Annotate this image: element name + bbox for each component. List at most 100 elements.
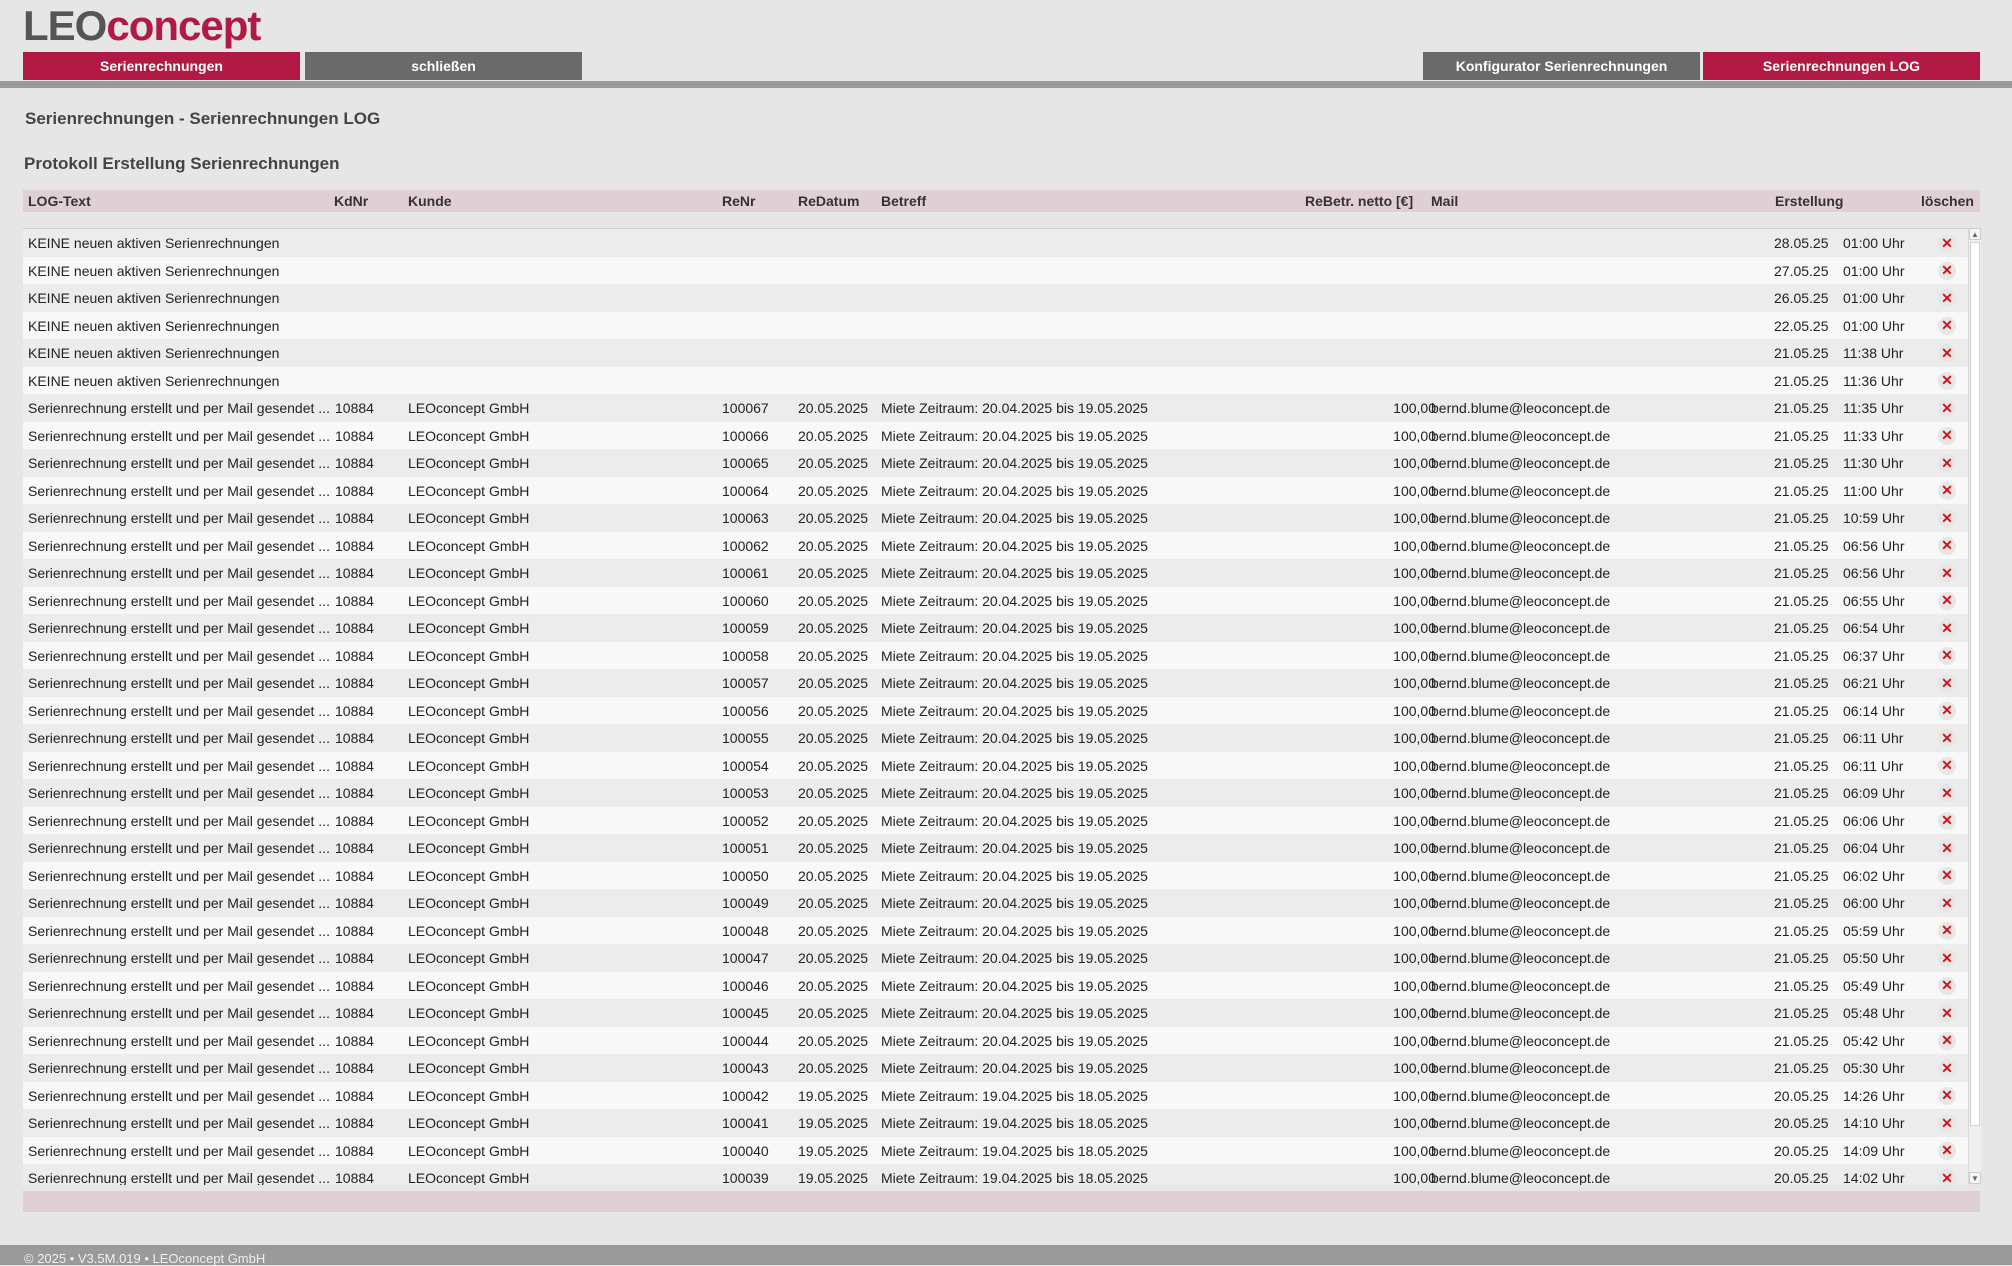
table-row[interactable]: Serienrechnung erstellt und per Mail ges… xyxy=(23,1109,1968,1137)
delete-icon[interactable]: ✕ xyxy=(1938,619,1956,637)
table-row[interactable]: Serienrechnung erstellt und per Mail ges… xyxy=(23,751,1968,779)
table-row[interactable]: Serienrechnung erstellt und per Mail ges… xyxy=(23,531,1968,559)
mail-cell: bernd.blume@leoconcept.de xyxy=(1431,922,1611,939)
delete-icon[interactable]: ✕ xyxy=(1938,894,1956,912)
table-row[interactable]: KEINE neuen aktiven Serienrechnungen 26.0… xyxy=(23,284,1968,312)
delete-icon[interactable]: ✕ xyxy=(1938,674,1956,692)
scroll-down-icon[interactable]: ▼ xyxy=(1969,1172,1981,1184)
table-row[interactable]: KEINE neuen aktiven Serienrechnungen 21.0… xyxy=(23,366,1968,394)
col-header-log[interactable]: LOG-Text xyxy=(28,193,91,209)
delete-icon[interactable]: ✕ xyxy=(1938,1086,1956,1105)
table-row[interactable]: Serienrechnung erstellt und per Mail ges… xyxy=(23,614,1968,642)
delete-icon[interactable]: ✕ xyxy=(1938,1059,1956,1077)
delete-icon[interactable]: ✕ xyxy=(1938,289,1956,307)
erstellung-date-cell: 21.05.25 xyxy=(1774,372,1829,389)
delete-icon[interactable]: ✕ xyxy=(1938,509,1956,527)
kdnr-cell: 10884 xyxy=(335,840,374,856)
table-row[interactable]: Serienrechnung erstellt und per Mail ges… xyxy=(23,916,1968,944)
table-row[interactable]: Serienrechnung erstellt und per Mail ges… xyxy=(23,476,1968,504)
table-scrollbar[interactable]: ▲ ▼ xyxy=(1968,228,1981,1184)
delete-icon[interactable]: ✕ xyxy=(1938,454,1956,472)
nav-konfigurator-button[interactable]: Konfigurator Serienrechnungen xyxy=(1423,52,1700,80)
delete-icon[interactable]: ✕ xyxy=(1938,399,1956,417)
delete-icon[interactable]: ✕ xyxy=(1938,316,1956,335)
delete-icon[interactable]: ✕ xyxy=(1938,481,1956,500)
delete-icon[interactable]: ✕ xyxy=(1938,976,1956,995)
table-row[interactable]: Serienrechnung erstellt und per Mail ges… xyxy=(23,1164,1968,1185)
delete-icon[interactable]: ✕ xyxy=(1938,784,1956,802)
delete-icon[interactable]: ✕ xyxy=(1938,729,1956,747)
table-row[interactable]: Serienrechnung erstellt und per Mail ges… xyxy=(23,669,1968,697)
table-row[interactable]: Serienrechnung erstellt und per Mail ges… xyxy=(23,449,1968,477)
nav-serienrechnungen-button[interactable]: Serienrechnungen xyxy=(23,52,300,80)
table-row[interactable]: Serienrechnung erstellt und per Mail ges… xyxy=(23,1081,1968,1109)
delete-icon[interactable]: ✕ xyxy=(1938,591,1956,610)
col-header-netto[interactable]: ReBetr. netto [€] xyxy=(1305,193,1413,209)
delete-icon[interactable]: ✕ xyxy=(1938,564,1956,582)
table-row[interactable]: KEINE neuen aktiven Serienrechnungen 22.0… xyxy=(23,311,1968,339)
table-row[interactable]: Serienrechnung erstellt und per Mail ges… xyxy=(23,889,1968,917)
table-row[interactable]: Serienrechnung erstellt und per Mail ges… xyxy=(23,586,1968,614)
delete-icon[interactable]: ✕ xyxy=(1938,1114,1956,1132)
table-row[interactable]: Serienrechnung erstellt und per Mail ges… xyxy=(23,944,1968,972)
mail-cell: bernd.blume@leoconcept.de xyxy=(1431,840,1611,856)
table-row[interactable]: Serienrechnung erstellt und per Mail ges… xyxy=(23,1054,1968,1082)
delete-icon[interactable]: ✕ xyxy=(1938,1169,1956,1185)
col-header-mail[interactable]: Mail xyxy=(1431,193,1458,209)
table-row[interactable]: Serienrechnung erstellt und per Mail ges… xyxy=(23,696,1968,724)
log-table-body[interactable]: KEINE neuen aktiven Serienrechnungen 28.0… xyxy=(23,228,1968,1185)
delete-icon[interactable]: ✕ xyxy=(1938,646,1956,665)
delete-icon[interactable]: ✕ xyxy=(1938,701,1956,720)
table-row[interactable]: KEINE neuen aktiven Serienrechnungen 27.0… xyxy=(23,256,1968,284)
table-row[interactable]: Serienrechnung erstellt und per Mail ges… xyxy=(23,504,1968,532)
kdnr-cell: 10884 xyxy=(335,895,374,911)
col-header-kunde[interactable]: Kunde xyxy=(408,193,452,209)
kunde-cell: LEOconcept GmbH xyxy=(408,1060,530,1076)
delete-icon[interactable]: ✕ xyxy=(1938,839,1956,857)
table-row[interactable]: Serienrechnung erstellt und per Mail ges… xyxy=(23,421,1968,449)
kunde-cell: LEOconcept GmbH xyxy=(408,1032,530,1049)
table-row[interactable]: Serienrechnung erstellt und per Mail ges… xyxy=(23,999,1968,1027)
col-header-renr[interactable]: ReNr xyxy=(722,193,755,209)
table-row[interactable]: Serienrechnung erstellt und per Mail ges… xyxy=(23,559,1968,587)
table-row[interactable]: Serienrechnung erstellt und per Mail ges… xyxy=(23,861,1968,889)
delete-icon[interactable]: ✕ xyxy=(1938,536,1956,555)
col-header-redatum[interactable]: ReDatum xyxy=(798,193,859,209)
scroll-thumb[interactable] xyxy=(1970,242,1980,1126)
delete-icon[interactable]: ✕ xyxy=(1938,756,1956,775)
delete-icon[interactable]: ✕ xyxy=(1938,371,1956,390)
table-row[interactable]: Serienrechnung erstellt und per Mail ges… xyxy=(23,779,1968,807)
delete-icon[interactable]: ✕ xyxy=(1938,811,1956,830)
col-header-kdnr[interactable]: KdNr xyxy=(334,193,368,209)
table-row[interactable]: Serienrechnung erstellt und per Mail ges… xyxy=(23,1026,1968,1054)
table-row[interactable]: Serienrechnung erstellt und per Mail ges… xyxy=(23,971,1968,999)
delete-icon[interactable]: ✕ xyxy=(1938,921,1956,940)
delete-icon[interactable]: ✕ xyxy=(1938,1031,1956,1050)
delete-icon[interactable]: ✕ xyxy=(1938,426,1956,445)
scroll-up-icon[interactable]: ▲ xyxy=(1969,228,1981,240)
delete-icon[interactable]: ✕ xyxy=(1938,1004,1956,1022)
col-header-erstellung[interactable]: Erstellung xyxy=(1775,193,1843,209)
kdnr-cell: 10884 xyxy=(335,620,374,636)
delete-icon[interactable]: ✕ xyxy=(1938,261,1956,280)
nav-schliessen-button[interactable]: schließen xyxy=(305,52,582,80)
delete-icon[interactable]: ✕ xyxy=(1938,1141,1956,1160)
delete-icon[interactable]: ✕ xyxy=(1938,344,1956,362)
table-row[interactable]: Serienrechnung erstellt und per Mail ges… xyxy=(23,394,1968,422)
table-row[interactable]: KEINE neuen aktiven Serienrechnungen 28.0… xyxy=(23,229,1968,257)
table-row[interactable]: Serienrechnung erstellt und per Mail ges… xyxy=(23,1136,1968,1164)
erstellung-time-cell: 11:35 Uhr xyxy=(1843,400,1904,416)
kunde-cell: LEOconcept GmbH xyxy=(408,757,530,774)
erstellung-date-cell: 21.05.25 xyxy=(1774,345,1829,361)
renr-cell: 100048 xyxy=(722,922,769,939)
delete-icon[interactable]: ✕ xyxy=(1938,234,1956,252)
col-header-betreff[interactable]: Betreff xyxy=(881,193,926,209)
table-row[interactable]: KEINE neuen aktiven Serienrechnungen 21.0… xyxy=(23,339,1968,367)
table-row[interactable]: Serienrechnung erstellt und per Mail ges… xyxy=(23,834,1968,862)
table-row[interactable]: Serienrechnung erstellt und per Mail ges… xyxy=(23,724,1968,752)
nav-log-button[interactable]: Serienrechnungen LOG xyxy=(1703,52,1980,80)
delete-icon[interactable]: ✕ xyxy=(1938,949,1956,967)
table-row[interactable]: Serienrechnung erstellt und per Mail ges… xyxy=(23,641,1968,669)
delete-icon[interactable]: ✕ xyxy=(1938,866,1956,885)
table-row[interactable]: Serienrechnung erstellt und per Mail ges… xyxy=(23,806,1968,834)
